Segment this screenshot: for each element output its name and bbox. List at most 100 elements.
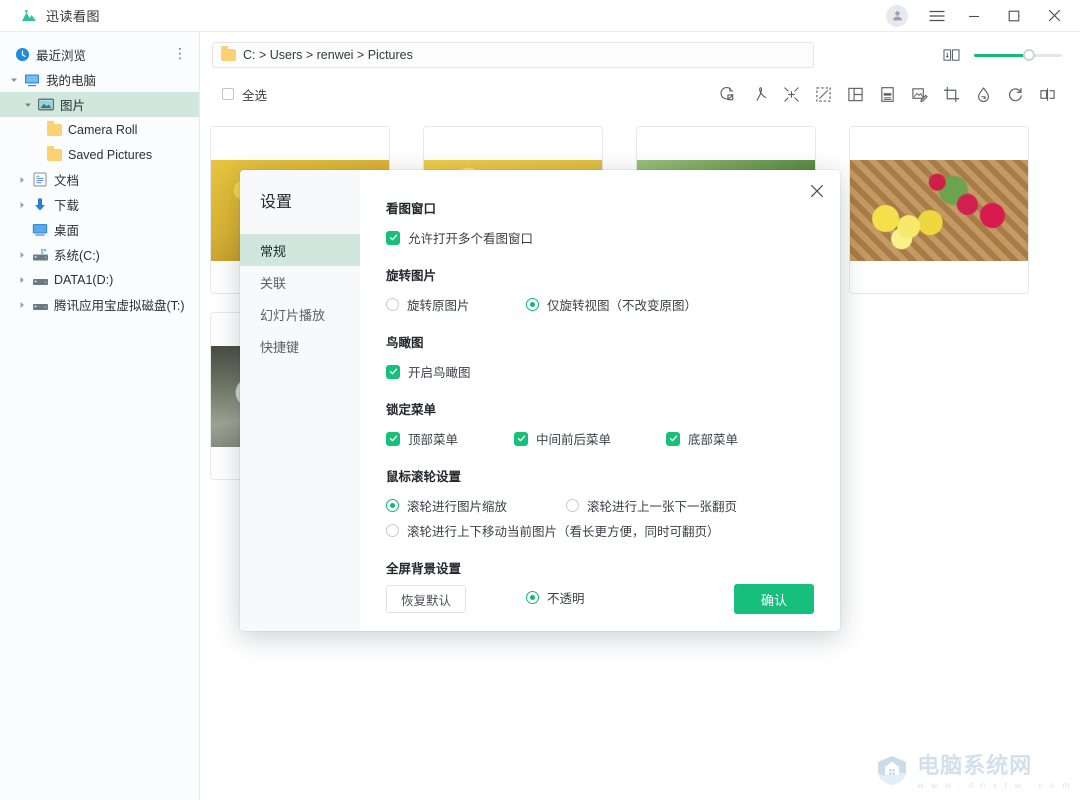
option-label: 仅旋转视图（不改变原图） (547, 295, 697, 314)
group-mouse-wheel: 鼠标滚轮设置 滚轮进行图片缩放 滚轮进行上一张下一张翻页 滚轮进行上下移动当前图… (386, 466, 814, 540)
sidebar-item-label: DATA1(D:) (54, 273, 113, 287)
checkbox-enable-birdseye[interactable]: 开启鸟瞰图 (386, 362, 471, 381)
sidebar-item-my-computer[interactable]: 我的电脑 (0, 67, 199, 92)
checkbox-top-menu[interactable]: 顶部菜单 (386, 429, 514, 448)
chevron-right-icon[interactable] (14, 301, 30, 309)
sidebar-item-recent[interactable]: 最近浏览 ⋮ (0, 42, 199, 67)
dialog-nav-general[interactable]: 常规 (240, 234, 360, 266)
minimize-icon[interactable] (954, 0, 994, 32)
thumbnail-image (850, 160, 1028, 261)
checkbox-checked-icon (514, 432, 528, 446)
close-icon[interactable] (1034, 0, 1074, 32)
book-view-icon[interactable] (940, 44, 962, 66)
sidebar-item-label: 图片 (60, 95, 85, 114)
application-window: 迅读看图 最近浏览 ⋮ (0, 0, 1080, 800)
thumbnail-card[interactable] (849, 126, 1029, 294)
path-bar[interactable]: C: > Users > renwei > Pictures (212, 42, 814, 68)
sidebar-item-pictures[interactable]: 图片 (0, 92, 199, 117)
sidebar-item-drive-d[interactable]: DATA1(D:) (0, 267, 199, 292)
select-area-icon[interactable] (812, 83, 834, 105)
sidebar-item-label: 我的电脑 (46, 70, 96, 89)
checkbox-checked-icon (386, 365, 400, 379)
select-all-label: 全选 (242, 85, 267, 104)
radio-rotate-original[interactable]: 旋转原图片 (386, 295, 526, 314)
chevron-down-icon[interactable] (6, 76, 22, 84)
more-options-icon[interactable]: ⋮ (173, 46, 187, 60)
flip-icon[interactable] (1036, 83, 1058, 105)
option-label: 开启鸟瞰图 (408, 362, 471, 381)
group-title: 看图窗口 (386, 198, 814, 217)
rotate-icon[interactable] (1004, 83, 1026, 105)
sidebar-item-label: 腾讯应用宝虚拟磁盘(T:) (54, 295, 185, 314)
nav-label: 关联 (260, 273, 286, 292)
sidebar-item-desktop[interactable]: 桌面 (0, 217, 199, 242)
radio-off-icon (386, 298, 399, 311)
chevron-right-icon[interactable] (14, 251, 30, 259)
watermark-text: 电脑系统网 w w w . d n x t w . c o m (917, 755, 1072, 790)
chevron-right-icon[interactable] (14, 201, 30, 209)
dialog-footer: 恢复默认 确认 (360, 567, 840, 631)
sidebar-item-label: 桌面 (54, 220, 79, 239)
layout-icon[interactable] (844, 83, 866, 105)
hamburger-menu-icon[interactable] (920, 0, 954, 32)
sidebar-item-documents[interactable]: 文档 (0, 167, 199, 192)
dialog-nav-slideshow[interactable]: 幻灯片播放 (240, 298, 360, 330)
radio-on-icon (386, 499, 399, 512)
pdf-icon[interactable] (748, 83, 770, 105)
chevron-right-icon[interactable] (14, 176, 30, 184)
sidebar-item-downloads[interactable]: 下载 (0, 192, 199, 217)
compare-icon[interactable] (716, 83, 738, 105)
maximize-icon[interactable] (994, 0, 1034, 32)
folder-icon (44, 149, 64, 161)
checkbox-bottom-menu[interactable]: 底部菜单 (666, 429, 738, 448)
restore-defaults-button[interactable]: 恢复默认 (386, 585, 466, 613)
sidebar-item-label: Saved Pictures (68, 148, 152, 162)
crop-icon[interactable] (940, 83, 962, 105)
radio-wheel-zoom[interactable]: 滚轮进行图片缩放 (386, 496, 566, 515)
edit-image-icon[interactable] (908, 83, 930, 105)
select-all-checkbox[interactable]: 全选 (222, 85, 267, 104)
sidebar-item-drive-c[interactable]: 系统(C:) (0, 242, 199, 267)
sidebar-item-drive-t[interactable]: 腾讯应用宝虚拟磁盘(T:) (0, 292, 199, 317)
watermark-title: 电脑系统网 (917, 755, 1072, 777)
dialog-sidebar: 设置 常规 关联 幻灯片播放 快捷键 (240, 170, 360, 631)
slider-knob[interactable] (1023, 49, 1035, 61)
zoom-slider[interactable] (974, 48, 1062, 62)
sidebar-tree[interactable]: 最近浏览 ⋮ 我的电脑 图片 Camera Roll (0, 32, 200, 800)
group-viewer-window: 看图窗口 允许打开多个看图窗口 (386, 198, 814, 247)
confirm-button[interactable]: 确认 (734, 584, 814, 614)
dialog-nav-association[interactable]: 关联 (240, 266, 360, 298)
group-title: 鸟瞰图 (386, 332, 814, 351)
chevron-right-icon[interactable] (14, 276, 30, 284)
radio-wheel-scroll[interactable]: 滚轮进行上下移动当前图片（看长更方便，同时可翻页） (386, 521, 720, 540)
option-label: 允许打开多个看图窗口 (408, 228, 533, 247)
nav-label: 快捷键 (260, 337, 299, 356)
radio-rotate-view-only[interactable]: 仅旋转视图（不改变原图） (526, 295, 697, 314)
desktop-icon (30, 223, 50, 236)
pictures-icon (36, 98, 56, 111)
watermark-icon[interactable] (876, 83, 898, 105)
drive-icon (30, 298, 50, 312)
path-bar-row: C: > Users > renwei > Pictures (200, 32, 1080, 78)
chevron-down-icon[interactable] (20, 101, 36, 109)
dialog-title: 设置 (240, 188, 360, 212)
merge-icon[interactable] (780, 83, 802, 105)
group-lock-menu: 锁定菜单 顶部菜单 中间前后菜单 (386, 399, 814, 448)
checkbox-checked-icon (386, 231, 400, 245)
close-icon[interactable] (806, 180, 828, 202)
radio-off-icon (386, 524, 399, 537)
sidebar-item-camera-roll[interactable]: Camera Roll (0, 117, 199, 142)
radio-wheel-page[interactable]: 滚轮进行上一张下一张翻页 (566, 496, 737, 515)
checkbox-middle-menu[interactable]: 中间前后菜单 (514, 429, 666, 448)
user-avatar-icon[interactable] (886, 5, 908, 27)
button-label: 恢复默认 (401, 590, 451, 609)
sidebar-item-saved-pictures[interactable]: Saved Pictures (0, 142, 199, 167)
folder-icon (221, 49, 236, 61)
color-drop-icon[interactable] (972, 83, 994, 105)
toolbar: 全选 (200, 78, 1080, 110)
option-label: 滚轮进行上一张下一张翻页 (587, 496, 737, 515)
option-label: 滚轮进行图片缩放 (407, 496, 507, 515)
dialog-nav-shortcuts[interactable]: 快捷键 (240, 330, 360, 362)
checkbox-allow-multiple-windows[interactable]: 允许打开多个看图窗口 (386, 228, 533, 247)
sidebar-item-label: 系统(C:) (54, 245, 100, 264)
